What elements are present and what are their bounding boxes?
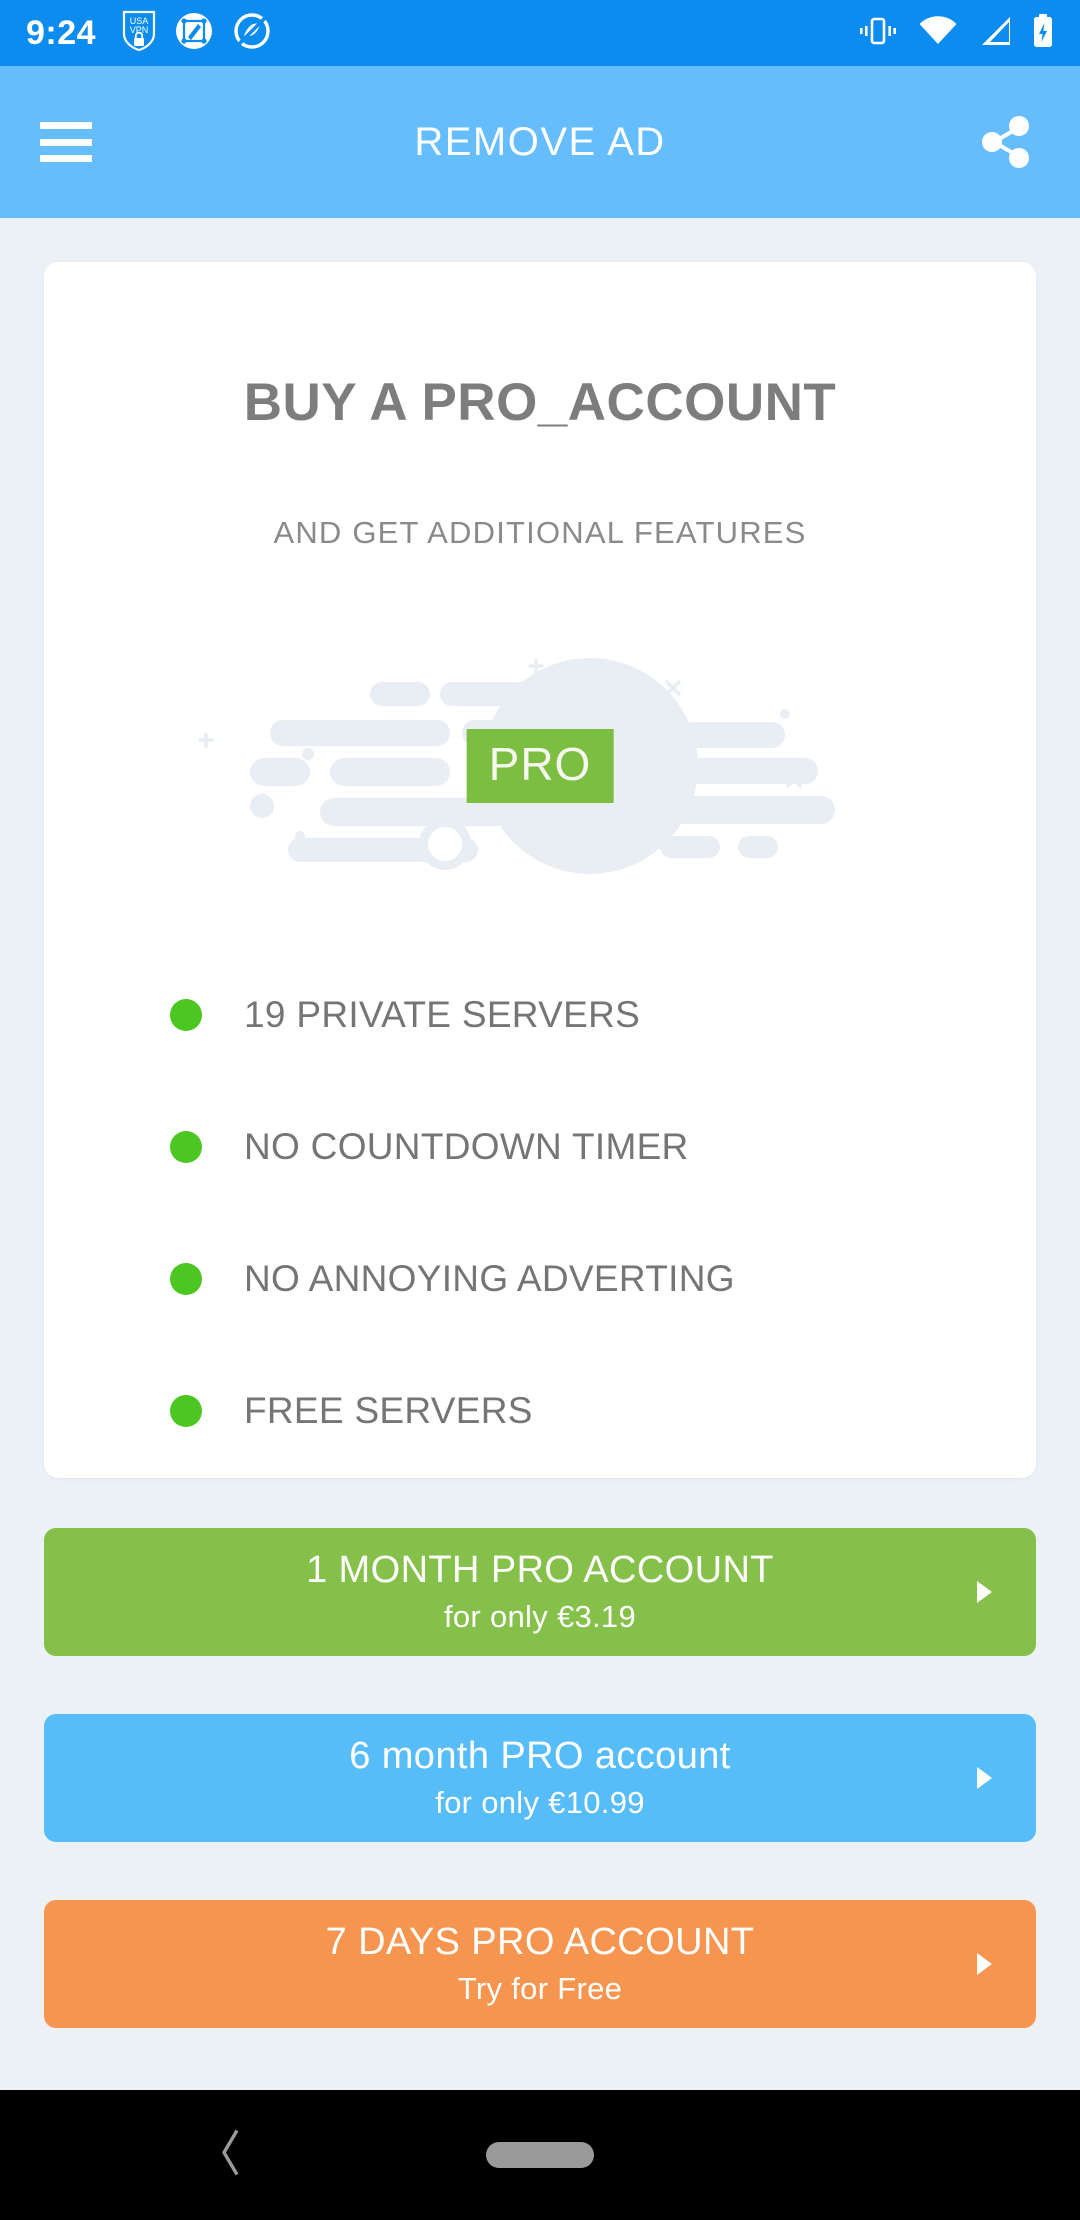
bullet-icon xyxy=(170,1395,202,1427)
plan-title: 1 MONTH PRO ACCOUNT xyxy=(306,1549,774,1592)
status-bar: 9:24 USA VPN xyxy=(0,0,1080,66)
bullet-icon xyxy=(170,1263,202,1295)
bullet-icon xyxy=(170,999,202,1031)
card-subtitle: AND GET ADDITIONAL FEATURES xyxy=(273,515,807,550)
screenshot-edit-icon xyxy=(174,11,214,56)
usa-vpn-shield-icon: USA VPN xyxy=(122,10,156,57)
plan-title: 7 DAYS PRO ACCOUNT xyxy=(325,1921,755,1964)
feature-label: NO COUNTDOWN TIMER xyxy=(244,1126,689,1167)
adblock-icon xyxy=(232,11,272,56)
chevron-right-icon xyxy=(977,1581,992,1603)
feature-label: FREE SERVERS xyxy=(244,1390,533,1431)
hamburger-menu-icon[interactable] xyxy=(40,122,92,162)
cell-signal-icon xyxy=(978,15,1012,52)
feature-list: 19 PRIVATE SERVERS NO COUNTDOWN TIMER NO… xyxy=(44,949,1036,1477)
plan-button-6-month[interactable]: 6 month PRO account for only €10.99 xyxy=(44,1714,1036,1842)
share-icon[interactable] xyxy=(970,107,1040,177)
status-bar-system-icons xyxy=(858,13,1054,53)
chevron-right-icon xyxy=(977,1953,992,1975)
page-title: REMOVE AD xyxy=(414,119,666,164)
plan-subtitle: Try for Free xyxy=(457,1970,623,2006)
hamburger-line xyxy=(40,155,92,162)
list-item: FREE SERVERS xyxy=(170,1345,1036,1477)
pro-illustration: PRO xyxy=(44,641,1036,891)
vibrate-icon xyxy=(858,14,898,53)
plan-subtitle: for only €3.19 xyxy=(443,1598,637,1634)
feature-label: 19 PRIVATE SERVERS xyxy=(244,994,641,1035)
home-gesture-pill-icon[interactable] xyxy=(486,2142,594,2168)
feature-label: NO ANNOYING ADVERTING xyxy=(244,1258,735,1299)
plan-button-1-month[interactable]: 1 MONTH PRO ACCOUNT for only €3.19 xyxy=(44,1528,1036,1656)
plan-text: 1 MONTH PRO ACCOUNT for only €3.19 xyxy=(306,1549,774,1635)
plan-text: 6 month PRO account for only €10.99 xyxy=(349,1735,730,1821)
card-title: BUY A PRO_ACCOUNT xyxy=(243,373,837,432)
chevron-right-icon xyxy=(977,1767,992,1789)
app-bar: REMOVE AD xyxy=(0,66,1080,218)
system-navigation-bar xyxy=(0,2090,1080,2220)
wifi-icon xyxy=(918,15,958,52)
hamburger-line xyxy=(40,122,92,129)
plan-title: 6 month PRO account xyxy=(349,1735,731,1778)
list-item: NO ANNOYING ADVERTING xyxy=(170,1213,1036,1345)
list-item: NO COUNTDOWN TIMER xyxy=(170,1081,1036,1213)
back-chevron-icon[interactable] xyxy=(215,2125,245,2186)
hamburger-line xyxy=(40,138,92,146)
list-item: 19 PRIVATE SERVERS xyxy=(170,949,1036,1081)
status-bar-clock: 9:24 xyxy=(26,13,97,52)
bullet-icon xyxy=(170,1131,202,1163)
pro-badge: PRO xyxy=(466,729,614,803)
app-screen: 9:24 USA VPN REMOVE AD BUY A PRO_ACCOUNT… xyxy=(0,0,1080,2220)
plan-button-7-days[interactable]: 7 DAYS PRO ACCOUNT Try for Free xyxy=(44,1900,1036,2028)
battery-charging-icon xyxy=(1032,13,1054,53)
status-bar-notification-icons: USA VPN xyxy=(122,10,272,57)
plan-subtitle: for only €10.99 xyxy=(435,1784,645,1820)
pro-offer-card: BUY A PRO_ACCOUNT AND GET ADDITIONAL FEA… xyxy=(44,262,1036,1478)
plan-text: 7 DAYS PRO ACCOUNT Try for Free xyxy=(326,1921,755,2007)
